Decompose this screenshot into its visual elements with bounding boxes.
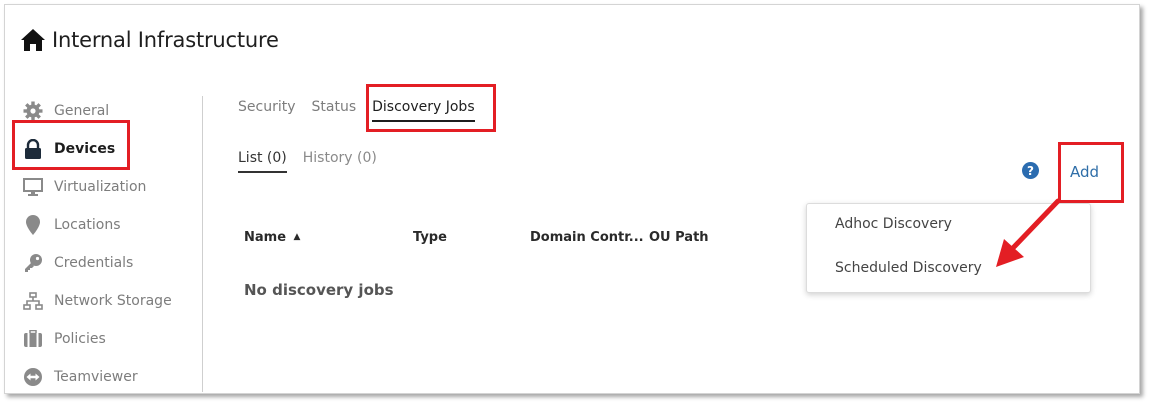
network-icon: [22, 290, 44, 312]
teamviewer-icon: [22, 366, 44, 388]
sidebar-item-locations[interactable]: Locations: [18, 206, 203, 244]
briefcase-icon: [22, 328, 44, 350]
sidebar-divider: [202, 96, 203, 392]
page-header: Internal Infrastructure: [20, 28, 279, 52]
sidebar-item-label: Virtualization: [54, 179, 147, 195]
tab-security[interactable]: Security: [238, 99, 296, 122]
lock-icon: [22, 138, 44, 160]
key-icon: [22, 252, 44, 274]
column-header-type[interactable]: Type: [413, 230, 447, 245]
sidebar-item-teamviewer[interactable]: Teamviewer: [18, 358, 203, 396]
tab-bar: Security Status Discovery Jobs: [238, 99, 475, 122]
tab-status[interactable]: Status: [312, 99, 357, 122]
monitor-icon: [22, 176, 44, 198]
subtab-bar: List (0) History (0): [238, 150, 377, 173]
gear-icon: [22, 100, 44, 122]
sidebar-item-label: Locations: [54, 217, 121, 233]
menu-item-scheduled-discovery[interactable]: Scheduled Discovery: [835, 260, 982, 276]
sidebar-item-label: Teamviewer: [54, 369, 138, 385]
sidebar: General Devices Virtualization Locations: [18, 92, 203, 396]
menu-item-adhoc-discovery[interactable]: Adhoc Discovery: [835, 216, 952, 232]
sidebar-item-virtualization[interactable]: Virtualization: [18, 168, 203, 206]
location-pin-icon: [22, 214, 44, 236]
sidebar-item-credentials[interactable]: Credentials: [18, 244, 203, 282]
sidebar-item-policies[interactable]: Policies: [18, 320, 203, 358]
column-header-name[interactable]: Name ▲: [244, 230, 300, 245]
home-icon[interactable]: [20, 28, 46, 52]
empty-state-message: No discovery jobs: [244, 281, 394, 299]
sidebar-item-devices[interactable]: Devices: [18, 130, 203, 168]
column-header-label: Name: [244, 230, 287, 245]
tab-discovery-jobs[interactable]: Discovery Jobs: [372, 99, 475, 122]
sidebar-item-general[interactable]: General: [18, 92, 203, 130]
annotation-arrow: [996, 198, 1061, 267]
sidebar-item-label: Devices: [54, 141, 116, 157]
subtab-history[interactable]: History (0): [303, 150, 377, 173]
page-title: Internal Infrastructure: [52, 28, 279, 52]
column-header-domain-controller[interactable]: Domain Contr...: [530, 230, 644, 245]
sidebar-item-label: Credentials: [54, 255, 134, 271]
add-button[interactable]: Add: [1070, 163, 1099, 181]
subtab-list[interactable]: List (0): [238, 150, 287, 173]
sidebar-item-network-storage[interactable]: Network Storage: [18, 282, 203, 320]
sidebar-item-label: Network Storage: [54, 293, 172, 309]
column-header-ou-path[interactable]: OU Path: [649, 230, 709, 245]
sidebar-item-label: General: [54, 103, 110, 119]
sort-ascending-icon: ▲: [293, 232, 301, 242]
sidebar-item-label: Policies: [54, 331, 106, 347]
help-icon[interactable]: ?: [1022, 162, 1039, 179]
